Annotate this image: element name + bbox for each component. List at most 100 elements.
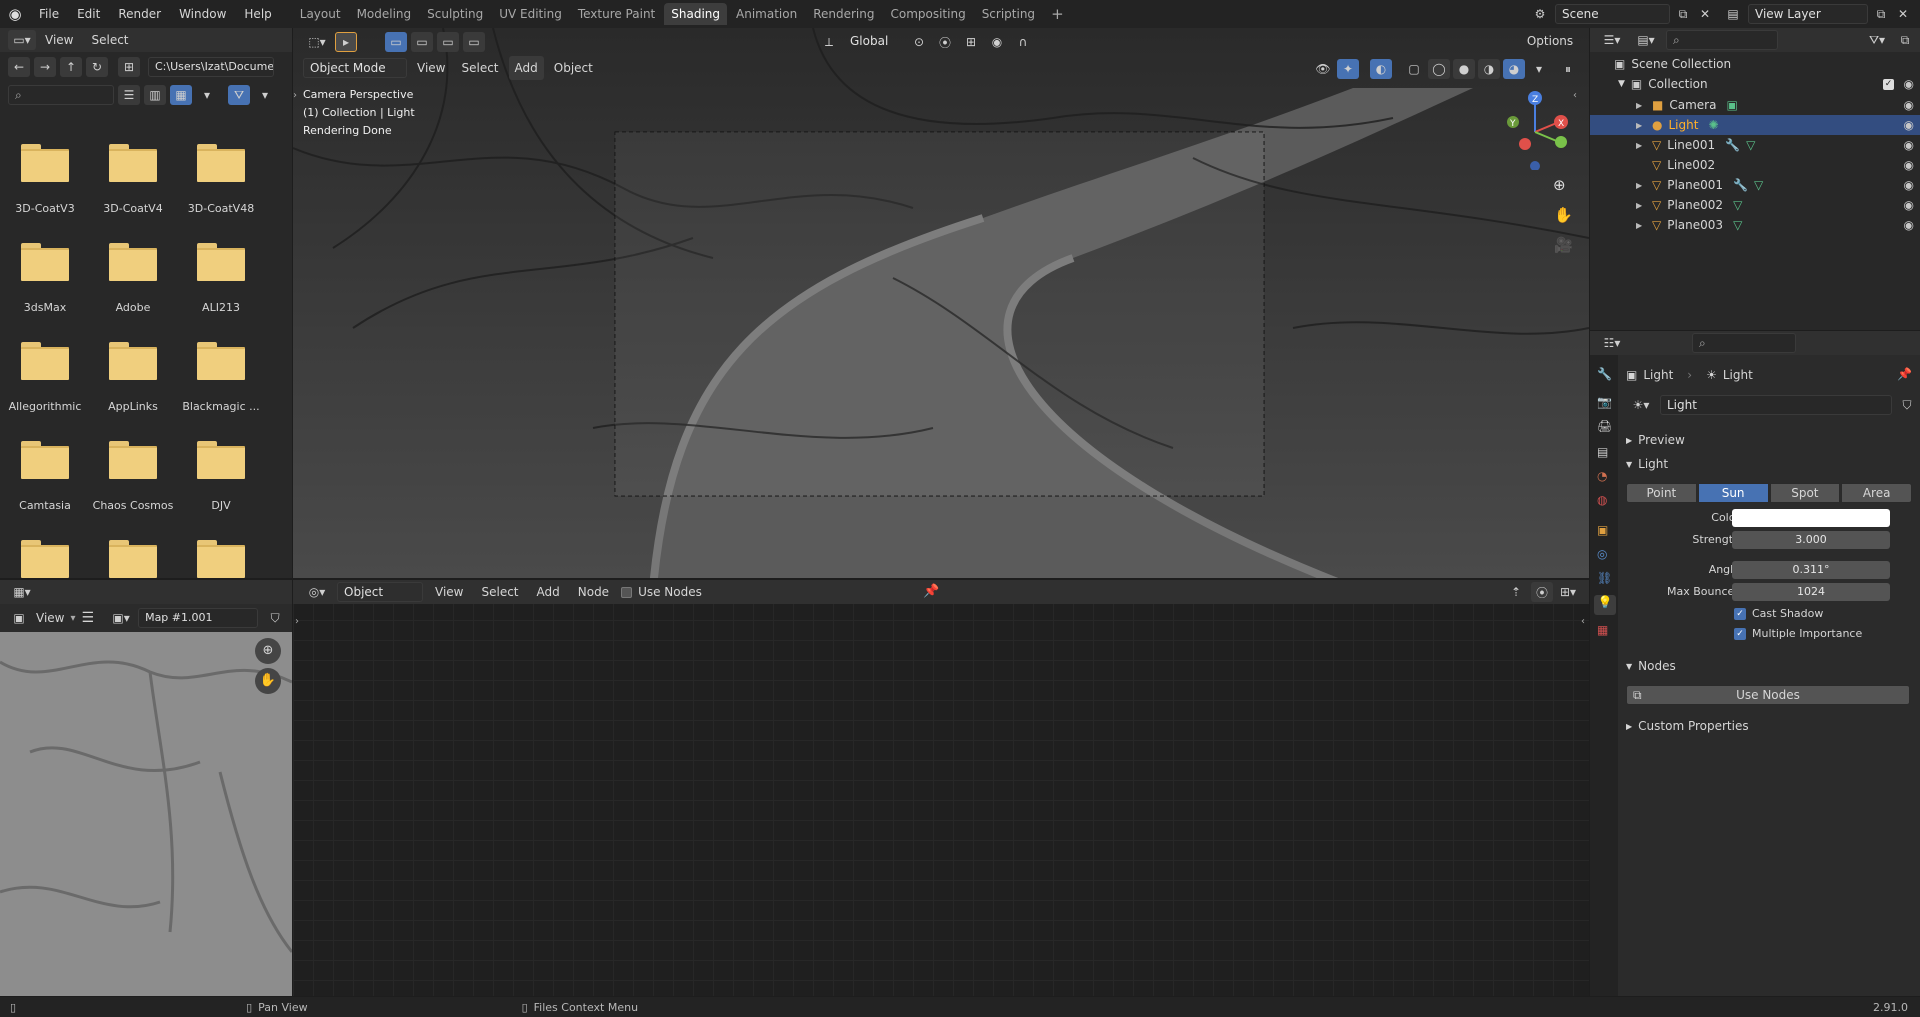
back-icon[interactable]: ←: [8, 57, 30, 77]
outliner-item-plane002[interactable]: ▶ ▽ Plane002 ▽ ◉: [1590, 195, 1920, 215]
physics-tab-icon[interactable]: ◎: [1597, 547, 1607, 561]
max-bounces-field[interactable]: 1024: [1732, 583, 1890, 601]
texture-tab-icon[interactable]: ▦: [1597, 623, 1608, 637]
parent-node-tree-icon[interactable]: ⇡: [1505, 582, 1527, 602]
mesh-data-icon[interactable]: ▽: [1746, 138, 1755, 152]
add-workspace-button[interactable]: +: [1044, 3, 1071, 25]
folder-item[interactable]: Allegorithmic: [2, 342, 88, 413]
custom-properties-header[interactable]: ▶ Custom Properties: [1620, 715, 1918, 737]
modifier-icon[interactable]: 🔧: [1725, 138, 1740, 152]
use-nodes-button[interactable]: ⧉ Use Nodes: [1626, 685, 1910, 705]
visibility-icon[interactable]: 👁: [1312, 59, 1334, 79]
hamburger-menu-icon[interactable]: ☰: [82, 610, 95, 626]
ne-toolbar-toggle-icon[interactable]: ›: [295, 616, 299, 627]
fb-menu-select[interactable]: Select: [82, 28, 137, 52]
outliner-item-camera[interactable]: ▶ ■ Camera ▣ ◉: [1590, 95, 1920, 115]
folder-item[interactable]: 3D-CoatV3: [2, 144, 88, 215]
image-browse-icon[interactable]: ▣▾: [110, 608, 132, 628]
tab-animation[interactable]: Animation: [729, 3, 804, 25]
ne-menu-add[interactable]: Add: [531, 580, 566, 604]
tab-uv-editing[interactable]: UV Editing: [492, 3, 569, 25]
constraints-tab-icon[interactable]: ⛓: [1597, 571, 1612, 585]
folder-item[interactable]: DJV: [178, 441, 264, 512]
toolbar-toggle-icon[interactable]: ›: [293, 90, 297, 101]
snap-element-icon[interactable]: ⊞▾: [1557, 582, 1579, 602]
expand-icon[interactable]: ▶: [1636, 101, 1652, 110]
preview-panel-header[interactable]: ▶ Preview: [1620, 429, 1918, 451]
shading-solid-icon[interactable]: ●: [1453, 59, 1475, 79]
color-swatch[interactable]: [1732, 509, 1890, 527]
outliner-item-plane001[interactable]: ▶ ▽ Plane001 🔧 ▽ ◉: [1590, 175, 1920, 195]
folder-item[interactable]: [2, 540, 88, 578]
tab-compositing[interactable]: Compositing: [883, 3, 972, 25]
snap-icon[interactable]: ⦿: [934, 32, 956, 52]
node-snap-icon[interactable]: ⦿: [1531, 582, 1553, 602]
overlay-toggle-icon[interactable]: ◐: [1370, 59, 1392, 79]
filter-icon[interactable]: ⛛: [228, 85, 250, 105]
mesh-data-icon[interactable]: ▽: [1733, 198, 1742, 212]
props-search-input[interactable]: ⌕: [1692, 333, 1796, 353]
menu-help[interactable]: Help: [235, 0, 280, 28]
select-tool-icon[interactable]: ▸: [335, 32, 357, 52]
menu-render[interactable]: Render: [109, 0, 170, 28]
folder-item[interactable]: Adobe: [90, 243, 176, 314]
light-panel-header[interactable]: ▼ Light: [1620, 453, 1918, 475]
new-folder-icon[interactable]: ⊞: [118, 57, 140, 77]
folder-item[interactable]: [90, 540, 176, 578]
camera-data-icon[interactable]: ▣: [1726, 98, 1737, 112]
xray-icon[interactable]: ▢: [1403, 59, 1425, 79]
outliner-editor-type-icon[interactable]: ☰▾: [1598, 30, 1626, 50]
camera-view-icon[interactable]: 🎥: [1554, 236, 1573, 254]
pivot-icon[interactable]: ⊙: [908, 32, 930, 52]
angle-field[interactable]: 0.311°: [1732, 561, 1890, 579]
vertical-list-icon[interactable]: ☰: [118, 85, 140, 105]
multiple-importance-checkbox[interactable]: ✓: [1734, 627, 1746, 640]
light-data-icon[interactable]: ✺: [1708, 118, 1718, 132]
tab-modeling[interactable]: Modeling: [350, 3, 419, 25]
scene-selector-icon[interactable]: ⚙: [1529, 4, 1551, 24]
delete-scene-icon[interactable]: ✕: [1694, 4, 1716, 24]
3d-viewport[interactable]: ⬚▾ ▸ ▭ ▭ ▭ ▭ ⟂ Global ⊙ ⦿ ⊞ ◉ ∩ Options …: [293, 28, 1589, 578]
object-tab-icon[interactable]: ▣: [1597, 523, 1608, 537]
vp-menu-view[interactable]: View: [411, 56, 451, 80]
object-mode-dropdown[interactable]: Object Mode: [303, 58, 407, 78]
image-name-field[interactable]: Map #1.001: [138, 608, 259, 628]
fake-user-icon[interactable]: ⛉: [264, 608, 286, 628]
vp-menu-select[interactable]: Select: [455, 56, 504, 80]
sidebar-toggle-icon[interactable]: ‹: [1573, 90, 1577, 101]
menu-edit[interactable]: Edit: [68, 0, 109, 28]
collection-expand-icon[interactable]: ▼: [1618, 79, 1625, 89]
light-type-sun-button[interactable]: Sun: [1697, 483, 1769, 503]
img-zoom-icon[interactable]: ⊕: [255, 638, 281, 664]
outliner-item-light[interactable]: ▶ ● Light ✺ ◉: [1590, 115, 1920, 135]
collection-row[interactable]: ▼ ▣ Collection ✓ ◉: [1590, 74, 1920, 94]
expand-icon[interactable]: ▶: [1636, 221, 1652, 230]
display-dropdown-icon[interactable]: ▾: [196, 85, 218, 105]
light-type-point-button[interactable]: Point: [1626, 483, 1697, 503]
eye-icon[interactable]: ◉: [1904, 178, 1914, 192]
cast-shadow-checkbox[interactable]: ✓: [1734, 607, 1746, 620]
outliner-item-line001[interactable]: ▶ ▽ Line001 🔧 ▽ ◉: [1590, 135, 1920, 155]
folder-item[interactable]: AppLinks: [90, 342, 176, 413]
img-editor-type-icon[interactable]: ▦▾: [8, 582, 36, 602]
eye-icon[interactable]: ◉: [1904, 98, 1914, 112]
view-layer-field[interactable]: View Layer: [1748, 4, 1868, 24]
ne-menu-view[interactable]: View: [429, 580, 469, 604]
output-tab-icon[interactable]: 🖨: [1597, 419, 1612, 433]
expand-icon[interactable]: ▶: [1636, 141, 1652, 150]
shading-rendered-icon[interactable]: ◕: [1503, 59, 1525, 79]
pin-icon[interactable]: 📌: [923, 584, 939, 599]
zoom-icon[interactable]: ⊕: [1553, 176, 1566, 194]
folder-item[interactable]: [178, 540, 264, 578]
editor-type-icon[interactable]: ▭▾: [8, 30, 36, 50]
props-pin-icon[interactable]: 📌: [1897, 367, 1912, 381]
vp-editor-type-icon[interactable]: ⬚▾: [303, 32, 331, 52]
node-editor[interactable]: ◎▾ Object View Select Add Node Use Nodes…: [293, 580, 1589, 996]
light-fake-user-icon[interactable]: ⛉: [1896, 395, 1918, 415]
select-invert-icon[interactable]: ▭: [463, 32, 485, 52]
render-tab-icon[interactable]: 📷: [1597, 395, 1612, 409]
select-extend-icon[interactable]: ▭: [411, 32, 433, 52]
shader-type-dropdown[interactable]: Object: [337, 582, 423, 602]
shading-material-icon[interactable]: ◑: [1478, 59, 1500, 79]
img-view-dropdown[interactable]: View: [36, 611, 64, 625]
